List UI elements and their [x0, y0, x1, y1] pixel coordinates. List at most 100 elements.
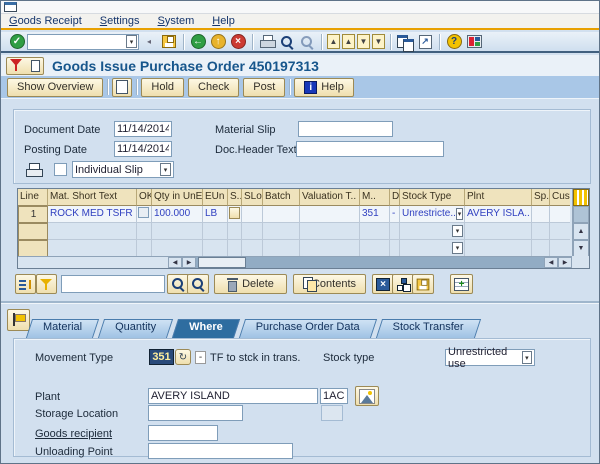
find-icon[interactable]	[280, 35, 294, 49]
table-vertical-scrollbar[interactable]: ▲ ▼	[572, 189, 589, 257]
help-icon[interactable]: ?	[447, 34, 462, 49]
movement-type-refresh-button[interactable]: ↻	[175, 349, 191, 365]
menu-settings[interactable]: Settings	[100, 15, 140, 27]
contents-button[interactable]: Contents	[293, 274, 366, 294]
document-date-field[interactable]	[114, 121, 172, 137]
back-icon[interactable]: ←	[191, 34, 206, 49]
filter-button[interactable]	[36, 274, 57, 294]
row1-movement[interactable]: 351	[360, 206, 390, 223]
help-button[interactable]: i Help	[294, 78, 354, 97]
hold-button[interactable]: Hold	[141, 78, 184, 97]
menu-goods-receipt[interactable]: Goods Receipt	[9, 15, 82, 27]
horizontal-scroll-track[interactable]	[196, 257, 544, 268]
check-button[interactable]: Check	[188, 78, 239, 97]
tab-stock-transfer[interactable]: Stock Transfer	[379, 319, 478, 338]
col-batch[interactable]: Batch	[263, 189, 300, 206]
unloading-point-field[interactable]	[148, 443, 293, 459]
display-mode-button[interactable]	[6, 57, 44, 75]
stock-type-dropdown-icon[interactable]: ▾	[522, 351, 532, 364]
col-plnt[interactable]: Plnt	[465, 189, 532, 206]
storage-location-field[interactable]	[148, 405, 243, 421]
col-ok[interactable]: OK	[137, 189, 152, 206]
print-slip-checkbox[interactable]	[54, 163, 67, 176]
slip-dropdown-icon[interactable]: ▾	[160, 163, 171, 176]
row1-stock-type[interactable]: Unrestricte..▾	[400, 206, 465, 223]
close-detail-button[interactable]	[7, 309, 30, 331]
insert-row-button[interactable]: +	[450, 274, 473, 294]
enter-icon[interactable]: ✓	[10, 34, 25, 49]
tab-where[interactable]: Where	[175, 319, 237, 338]
collapse-toolbar-icon[interactable]: ◂	[140, 33, 158, 50]
row1-d[interactable]: -	[390, 206, 400, 223]
col-custom[interactable]: Custom	[550, 189, 570, 206]
command-field[interactable]	[27, 34, 139, 50]
post-button[interactable]: Post	[243, 78, 285, 97]
row2-stock-type-dropdown-icon[interactable]: ▾	[452, 225, 463, 237]
row1-sp[interactable]	[532, 206, 550, 223]
row1-plnt[interactable]: AVERY ISLA..	[465, 206, 532, 223]
hierarchy-button[interactable]	[392, 274, 414, 294]
item-search-input[interactable]	[61, 275, 165, 293]
plant-code-field[interactable]	[320, 388, 348, 404]
scroll-right-button-2[interactable]: ▶	[558, 257, 572, 268]
row1-detail-icon[interactable]	[229, 207, 240, 219]
cancel-icon[interactable]: ×	[231, 34, 246, 49]
table-find-next-button[interactable]	[187, 274, 209, 294]
tab-purchase-order-data[interactable]: Purchase Order Data	[242, 319, 374, 338]
stock-type-dropdown[interactable]: Unrestricted use ▾	[445, 349, 535, 366]
customize-layout-icon[interactable]	[467, 35, 482, 48]
scroll-down-button[interactable]: ▼	[573, 240, 589, 257]
row1-sloc[interactable]	[242, 206, 263, 223]
scroll-left-button[interactable]: ◀	[168, 257, 182, 268]
col-mat-short-text[interactable]: Mat. Short Text	[48, 189, 137, 206]
table-column-config-icon[interactable]	[573, 189, 589, 206]
row1-line[interactable]: 1	[18, 206, 48, 223]
col-eun[interactable]: EUn	[203, 189, 228, 206]
create-shortcut-icon[interactable]: ↗	[419, 35, 432, 49]
row1-mat-short-text[interactable]: ROCK MED TSFR	[48, 206, 137, 223]
col-line[interactable]: Line	[18, 189, 48, 206]
row3-stock-type-dropdown-icon[interactable]: ▾	[452, 242, 463, 254]
movement-type-field[interactable]: 351	[149, 349, 174, 365]
scroll-left-button-2[interactable]: ◀	[544, 257, 558, 268]
menu-help[interactable]: Help	[212, 15, 235, 27]
plant-field[interactable]	[148, 388, 318, 404]
row1-valuation-type[interactable]	[300, 206, 360, 223]
menu-system[interactable]: System	[158, 15, 195, 27]
posting-date-field[interactable]	[114, 141, 172, 157]
table-horizontal-scrollbar[interactable]: ◀ ▶ ◀ ▶	[18, 256, 572, 268]
goods-recipient-field[interactable]	[148, 425, 218, 441]
horizontal-scroll-thumb[interactable]	[198, 257, 246, 268]
col-valuation-type[interactable]: Valuation T..	[300, 189, 360, 206]
previous-page-icon[interactable]: ▲	[342, 34, 355, 49]
slip-type-dropdown[interactable]: Individual Slip ▾	[72, 161, 174, 178]
plant-address-button[interactable]	[355, 386, 379, 406]
first-page-icon[interactable]: ▲	[327, 34, 340, 49]
table-find-button[interactable]	[167, 274, 189, 294]
vertical-scroll-thumb[interactable]	[573, 206, 589, 223]
show-overview-button[interactable]: Show Overview	[7, 78, 103, 97]
scroll-up-button[interactable]: ▲	[573, 223, 589, 240]
row1-batch[interactable]	[263, 206, 300, 223]
material-slip-field[interactable]	[298, 121, 393, 137]
delete-button[interactable]: Delete	[214, 274, 287, 294]
col-qty-in-une[interactable]: Qty in UnE	[152, 189, 203, 206]
row1-ok-checkbox[interactable]	[138, 207, 149, 218]
detail-grid-button[interactable]: ×	[372, 274, 394, 294]
col-sloc[interactable]: SLoc	[242, 189, 263, 206]
save-icon[interactable]	[162, 35, 176, 48]
next-page-icon[interactable]: ▼	[357, 34, 370, 49]
command-dropdown-icon[interactable]: ▾	[126, 35, 137, 48]
last-page-icon[interactable]: ▼	[372, 34, 385, 49]
col-movement[interactable]: M..	[360, 189, 390, 206]
row1-stock-type-dropdown-icon[interactable]: ▾	[456, 208, 463, 220]
scroll-right-button[interactable]: ▶	[182, 257, 196, 268]
col-sp[interactable]: Sp..	[532, 189, 550, 206]
tab-quantity[interactable]: Quantity	[101, 319, 170, 338]
doc-header-text-field[interactable]	[296, 141, 444, 157]
col-stock-type[interactable]: Stock Type	[400, 189, 465, 206]
new-document-button[interactable]	[112, 78, 132, 97]
new-session-icon[interactable]	[397, 35, 413, 49]
exit-icon[interactable]: ↑	[211, 34, 226, 49]
print-icon[interactable]	[260, 35, 275, 48]
